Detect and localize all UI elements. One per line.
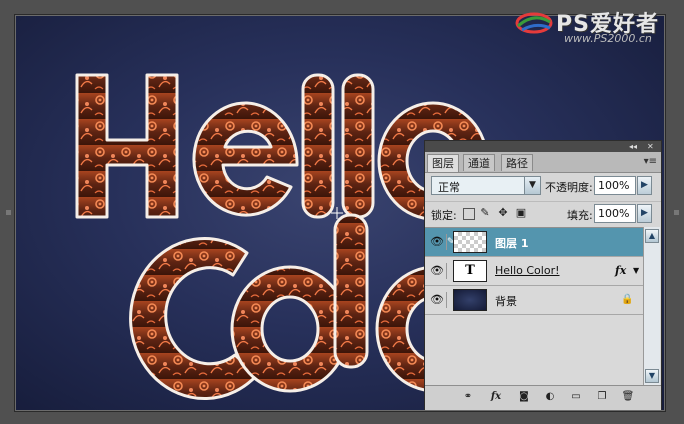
lock-image-pixels-icon[interactable]: ✎ [479,207,491,219]
watermark-site: www.PS2000.cn [564,32,652,45]
letter-l3 [333,213,369,369]
panel-bottom-toolbar: ⚭ fx ◙ ◐ ▭ ❐ 🗑 [425,385,661,410]
blend-mode-select[interactable]: 正常 ▼ [431,176,541,195]
blend-row: 正常 ▼ 不透明度: 100% ▶ [425,173,661,199]
layers-panel: ◂◂ ✕ 图层 通道 路径 ▾≡ 正常 ▼ 不透明度: 100% ▶ 锁定: ✎… [424,140,662,410]
close-panel-icon[interactable]: ✕ [647,141,654,152]
lock-label: 锁定: [431,209,457,222]
opacity-input[interactable]: 100% [594,176,636,195]
panel-tabs: 图层 通道 路径 ▾≡ [425,152,661,173]
ps2000-watermark: PS爱好者 www.PS2000.cn [514,4,674,45]
text-layer-thumbnail: T [453,260,487,282]
fill-input[interactable]: 100% [594,204,636,223]
layer-row-hello-color[interactable]: 👁 T Hello Color! fx ▼ [425,257,643,286]
link-layers-icon[interactable]: ⚭ [461,390,475,404]
canvas-edge-handle [674,210,679,215]
tab-layers[interactable]: 图层 [427,154,459,172]
background-thumbnail [453,289,487,311]
tab-paths[interactable]: 路径 [501,154,533,171]
fill-slider-button[interactable]: ▶ [637,204,652,223]
new-group-icon[interactable]: ▭ [569,390,583,404]
add-mask-icon[interactable]: ◙ [517,390,531,404]
opacity-label: 不透明度: [545,181,593,194]
lock-row: 锁定: ✎ ✥ ▣ 填充: 100% ▶ [425,201,661,226]
trash-icon[interactable]: 🗑 [621,390,635,404]
letter-H [75,73,179,219]
expand-effects-icon[interactable]: ▼ [633,266,639,275]
layer-thumbnail [453,231,487,253]
layer-name[interactable]: 背景 [495,293,517,309]
scroll-down-icon[interactable]: ▼ [645,369,659,383]
letter-l2 [341,73,375,219]
document-window: PS爱好者 www.PS2000.cn ◂◂ ✕ 图层 通道 路径 ▾≡ 正常 … [0,0,684,424]
fill-label: 填充: [567,209,593,222]
new-layer-icon[interactable]: ❐ [595,390,609,404]
lock-icon: 🔒 [621,294,634,305]
eye-icon[interactable]: 👁 [428,234,447,250]
chevron-down-icon[interactable]: ▼ [524,177,540,194]
adjustment-layer-icon[interactable]: ◐ [543,390,557,404]
letter-e [192,101,299,217]
eye-icon[interactable]: 👁 [428,263,447,279]
logo-swoosh-icon [515,12,553,34]
opacity-slider-button[interactable]: ▶ [637,176,652,195]
lock-transparent-pixels-icon[interactable] [463,208,475,220]
panel-menu-icon[interactable]: ▾≡ [644,156,657,167]
canvas-edge-handle [6,210,11,215]
panel-title-strip: ◂◂ ✕ [425,141,661,152]
lock-all-icon[interactable]: ▣ [515,207,527,219]
layers-scrollbar[interactable]: ▲ ▼ [643,227,660,385]
layer-name[interactable]: Hello Color! [495,264,560,277]
layer-row-background[interactable]: 👁 背景 🔒 [425,286,643,315]
fx-icon[interactable]: fx [489,390,503,404]
scroll-up-icon[interactable]: ▲ [645,229,659,243]
blend-mode-value: 正常 [438,181,460,194]
layers-list: 👁 ✎ 图层 1 👁 T Hello Color! fx ▼ 👁 背景 🔒 [425,227,643,386]
fx-icon[interactable]: fx [615,264,626,277]
eye-icon[interactable]: 👁 [428,292,447,308]
collapse-panel-icon[interactable]: ◂◂ [629,141,637,152]
lock-position-icon[interactable]: ✥ [497,207,509,219]
layer-name[interactable]: 图层 1 [495,235,528,251]
letter-l1 [301,73,335,219]
tab-channels[interactable]: 通道 [463,154,495,171]
letter-o2 [230,265,350,393]
layer-row-layer1[interactable]: 👁 ✎ 图层 1 [425,228,643,257]
